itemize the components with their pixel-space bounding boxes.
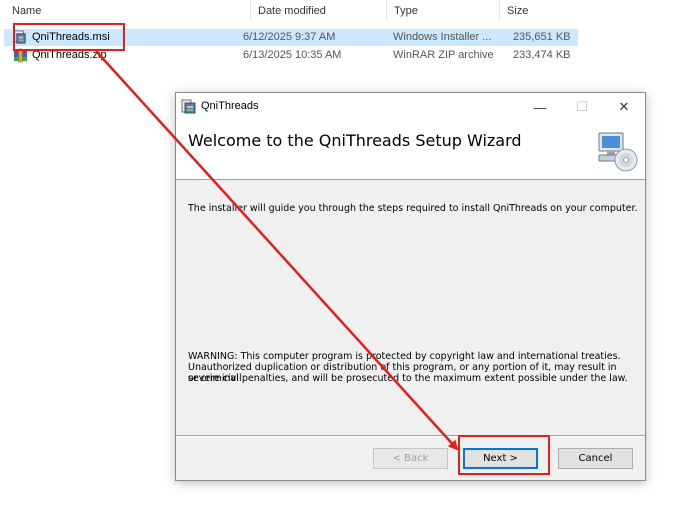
cancel-button[interactable]: Cancel bbox=[558, 448, 633, 469]
file-name: QniThreads.zip bbox=[32, 49, 107, 61]
dialog-title: QniThreads bbox=[201, 100, 259, 112]
wizard-heading: Welcome to the QniThreads Setup Wizard bbox=[188, 131, 522, 150]
close-button[interactable]: ✕ bbox=[603, 93, 645, 121]
wizard-intro-text: The installer will guide you through the… bbox=[188, 203, 638, 214]
screenshot: Name Date modified Type Size QniThreads.… bbox=[0, 0, 700, 509]
next-button[interactable]: Next > bbox=[463, 448, 538, 469]
installer-app-icon bbox=[181, 99, 196, 114]
copyright-warning-line-1: WARNING: This computer program is protec… bbox=[188, 351, 621, 362]
file-name: QniThreads.msi bbox=[32, 31, 110, 43]
file-type: Windows Installer ... bbox=[393, 31, 492, 43]
setup-wizard-dialog: QniThreads — ☐ ✕ Welcome to the QniThrea… bbox=[175, 92, 646, 481]
computer-cd-icon bbox=[598, 132, 638, 172]
column-header-date-modified[interactable]: Date modified bbox=[258, 5, 326, 17]
column-divider[interactable] bbox=[499, 0, 500, 20]
wizard-banner: Welcome to the QniThreads Setup Wizard bbox=[176, 121, 645, 180]
file-size: 233,474 KB bbox=[513, 49, 571, 61]
column-header-size[interactable]: Size bbox=[507, 5, 528, 17]
maximize-button: ☐ bbox=[576, 99, 588, 114]
column-divider[interactable] bbox=[386, 0, 387, 20]
file-row-zip[interactable]: QniThreads.zip 6/13/2025 10:35 AM WinRAR… bbox=[4, 47, 578, 64]
column-divider[interactable] bbox=[250, 0, 251, 20]
file-date-modified: 6/13/2025 10:35 AM bbox=[243, 49, 342, 61]
copyright-warning-line-3: or criminal penalties, and will be prose… bbox=[188, 373, 628, 384]
file-row-msi[interactable]: QniThreads.msi 6/12/2025 9:37 AM Windows… bbox=[4, 29, 578, 46]
file-explorer-list: Name Date modified Type Size QniThreads.… bbox=[0, 0, 700, 80]
column-header-type[interactable]: Type bbox=[394, 5, 418, 17]
footer-divider bbox=[176, 435, 645, 437]
file-size: 235,651 KB bbox=[513, 31, 571, 43]
file-date-modified: 6/12/2025 9:37 AM bbox=[243, 31, 336, 43]
back-button: < Back bbox=[373, 448, 448, 469]
column-header-name[interactable]: Name bbox=[12, 5, 41, 17]
dialog-titlebar[interactable]: QniThreads — ☐ ✕ bbox=[176, 93, 645, 121]
minimize-button[interactable]: — bbox=[519, 93, 561, 121]
msi-installer-icon bbox=[14, 30, 26, 44]
file-type: WinRAR ZIP archive bbox=[393, 49, 494, 61]
winrar-archive-icon bbox=[13, 48, 28, 63]
